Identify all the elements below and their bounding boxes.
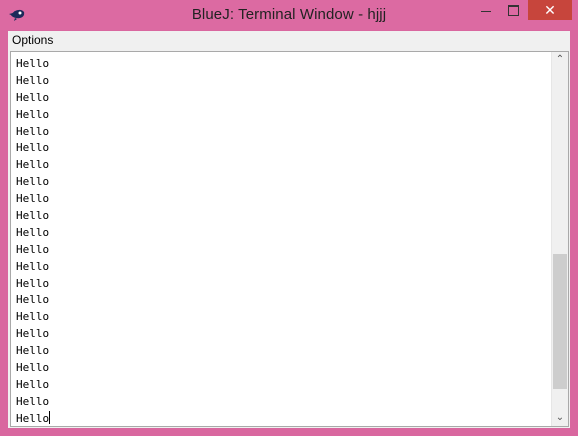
terminal-line: Hello [16, 410, 551, 427]
terminal-line-text: Hello [16, 327, 50, 341]
terminal-output[interactable]: Hello Hello Hello Hello Hello Hello Hello Hello… [10, 51, 569, 427]
maximize-icon [508, 5, 519, 16]
terminal-line: Hello [16, 55, 551, 72]
terminal-line-text: Hello [16, 141, 50, 155]
terminal-line-text: Hello [16, 124, 50, 138]
terminal-line-text: Hello [16, 361, 50, 375]
terminal-line: Hello [16, 393, 551, 410]
terminal-line: Hello [16, 106, 551, 123]
window-client-area: Options Hello Hello Hello Hello Hello Hello He… [8, 31, 570, 428]
terminal-line: Hello [16, 139, 551, 156]
terminal-line-text: Hello [16, 158, 50, 172]
terminal-line-text: Hello [16, 276, 50, 290]
terminal-line-text: Hello [16, 259, 50, 273]
terminal-line: Hello [16, 156, 551, 173]
terminal-line: Hello [16, 275, 551, 292]
terminal-line-text: Hello [16, 225, 50, 239]
terminal-line: Hello [16, 291, 551, 308]
scroll-down-arrow-icon[interactable]: ⌄ [552, 410, 568, 426]
terminal-line: Hello [16, 123, 551, 140]
minimize-icon [481, 11, 491, 12]
terminal-line-text: Hello [16, 411, 50, 425]
terminal-line-text: Hello [16, 394, 50, 408]
terminal-line-text: Hello [16, 209, 50, 223]
scroll-up-arrow-icon[interactable]: ⌃ [552, 52, 568, 68]
maximize-button[interactable] [500, 0, 526, 20]
terminal-line-text: Hello [16, 242, 50, 256]
terminal-line-text: Hello [16, 377, 50, 391]
terminal-line: Hello [16, 325, 551, 342]
terminal-line-text: Hello [16, 175, 50, 189]
menu-bar: Options [8, 31, 570, 49]
title-bar[interactable]: BlueJ: Terminal Window - hjjj ✕ [0, 0, 578, 30]
terminal-line-text: Hello [16, 90, 50, 104]
terminal-line: Hello [16, 207, 551, 224]
text-caret [49, 410, 51, 424]
scrollbar-thumb[interactable] [553, 254, 567, 390]
close-icon: ✕ [544, 2, 556, 18]
close-button[interactable]: ✕ [528, 0, 572, 20]
terminal-line: Hello [16, 190, 551, 207]
terminal-line: Hello [16, 308, 551, 325]
terminal-line: Hello [16, 359, 551, 376]
terminal-line: Hello [16, 342, 551, 359]
terminal-line-text: Hello [16, 192, 50, 206]
terminal-line: Hello [16, 241, 551, 258]
vertical-scrollbar[interactable]: ⌃ ⌄ [551, 52, 568, 426]
terminal-line-text: Hello [16, 310, 50, 324]
terminal-line-text: Hello [16, 344, 50, 358]
terminal-line-text: Hello [16, 293, 50, 307]
terminal-line: Hello [16, 376, 551, 393]
terminal-line-text: Hello [16, 73, 50, 87]
terminal-line: Hello [16, 72, 551, 89]
terminal-line-text: Hello [16, 57, 50, 70]
terminal-line: Hello [16, 258, 551, 275]
terminal-line: Hello [16, 89, 551, 106]
minimize-button[interactable] [473, 0, 499, 20]
terminal-line-text: Hello [16, 107, 50, 121]
menu-options[interactable]: Options [12, 33, 53, 47]
terminal-line: Hello [16, 173, 551, 190]
terminal-text-area[interactable]: Hello Hello Hello Hello Hello Hello Hello Hello… [16, 55, 551, 427]
terminal-line: Hello [16, 224, 551, 241]
